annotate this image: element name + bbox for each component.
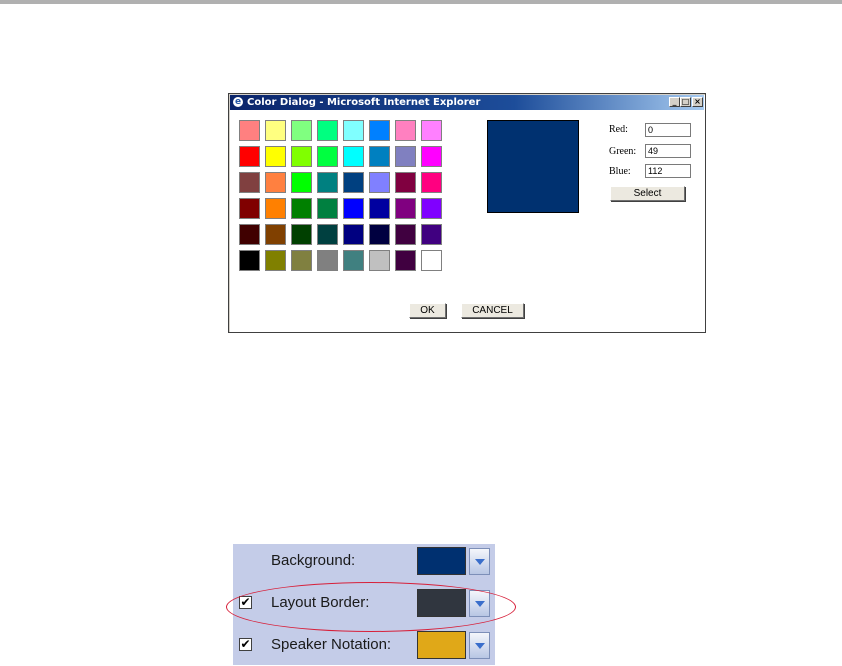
color-dialog-window: e Color Dialog - Microsoft Internet Expl… — [228, 93, 706, 333]
color-swatch[interactable] — [421, 224, 442, 245]
color-swatch[interactable] — [265, 120, 286, 141]
color-swatch[interactable] — [395, 172, 416, 193]
select-button[interactable]: Select — [610, 186, 685, 201]
minimize-button[interactable]: _ — [669, 97, 680, 107]
color-swatch[interactable] — [317, 198, 338, 219]
color-swatch[interactable] — [291, 120, 312, 141]
background-label: Background: — [271, 552, 356, 569]
blue-label: Blue: — [609, 166, 631, 177]
close-button[interactable]: × — [692, 97, 703, 107]
color-swatch[interactable] — [421, 120, 442, 141]
color-swatch[interactable] — [395, 250, 416, 271]
speaker-notation-row: ✔ Speaker Notation: — [233, 628, 495, 666]
speaker-notation-checkbox[interactable]: ✔ — [239, 638, 252, 651]
color-swatch[interactable] — [369, 224, 390, 245]
green-label: Green: — [609, 146, 637, 157]
layout-border-row: ✔ Layout Border: — [233, 586, 495, 624]
color-swatch[interactable] — [265, 250, 286, 271]
ie-icon: e — [233, 97, 243, 107]
layout-border-dropdown-button[interactable] — [469, 590, 490, 617]
speaker-notation-color-box[interactable] — [417, 631, 466, 659]
color-swatch[interactable] — [343, 250, 364, 271]
color-swatch[interactable] — [317, 172, 338, 193]
color-swatch[interactable] — [291, 224, 312, 245]
color-swatch[interactable] — [291, 198, 312, 219]
color-swatch[interactable] — [343, 120, 364, 141]
chevron-down-icon — [475, 643, 485, 649]
color-palette — [239, 120, 448, 275]
color-swatch[interactable] — [239, 120, 260, 141]
color-swatch[interactable] — [395, 120, 416, 141]
color-swatch[interactable] — [369, 198, 390, 219]
color-swatch[interactable] — [395, 198, 416, 219]
color-swatch[interactable] — [343, 198, 364, 219]
chevron-down-icon — [475, 601, 485, 607]
color-swatch[interactable] — [395, 146, 416, 167]
window-title: Color Dialog - Microsoft Internet Explor… — [247, 97, 481, 108]
color-swatch[interactable] — [265, 224, 286, 245]
color-swatch[interactable] — [317, 146, 338, 167]
color-swatch[interactable] — [265, 146, 286, 167]
red-label: Red: — [609, 124, 628, 135]
color-swatch[interactable] — [239, 146, 260, 167]
color-swatch[interactable] — [421, 250, 442, 271]
layout-border-label: Layout Border: — [271, 594, 370, 611]
green-input[interactable]: 49 — [645, 144, 691, 158]
color-swatch[interactable] — [343, 224, 364, 245]
speaker-notation-label: Speaker Notation: — [271, 636, 392, 653]
color-swatch[interactable] — [369, 172, 390, 193]
color-swatch[interactable] — [343, 146, 364, 167]
chevron-down-icon — [475, 559, 485, 565]
color-swatch[interactable] — [421, 146, 442, 167]
title-bar[interactable]: e Color Dialog - Microsoft Internet Expl… — [230, 95, 704, 110]
page-top-rule — [0, 0, 842, 4]
background-dropdown-button[interactable] — [469, 548, 490, 575]
color-swatch[interactable] — [291, 146, 312, 167]
maximize-button[interactable]: □ — [680, 97, 691, 107]
color-swatch[interactable] — [265, 198, 286, 219]
color-swatch[interactable] — [369, 146, 390, 167]
color-swatch[interactable] — [291, 172, 312, 193]
color-swatch[interactable] — [291, 250, 312, 271]
layout-border-checkbox[interactable]: ✔ — [239, 596, 252, 609]
color-swatch[interactable] — [317, 120, 338, 141]
color-swatch[interactable] — [395, 224, 416, 245]
color-swatch[interactable] — [369, 250, 390, 271]
color-swatch[interactable] — [317, 224, 338, 245]
background-row: Background: — [233, 544, 495, 582]
color-swatch[interactable] — [317, 250, 338, 271]
color-swatch[interactable] — [239, 224, 260, 245]
cancel-button[interactable]: CANCEL — [461, 303, 524, 318]
ok-button[interactable]: OK — [409, 303, 446, 318]
blue-input[interactable]: 112 — [645, 164, 691, 178]
red-input[interactable]: 0 — [645, 123, 691, 137]
color-swatch[interactable] — [343, 172, 364, 193]
background-color-box[interactable] — [417, 547, 466, 575]
layout-border-color-box[interactable] — [417, 589, 466, 617]
color-swatch[interactable] — [369, 120, 390, 141]
color-swatch[interactable] — [421, 172, 442, 193]
color-settings-panel: Background: ✔ Layout Border: ✔ Speaker N… — [233, 544, 495, 665]
color-swatch[interactable] — [239, 250, 260, 271]
speaker-notation-dropdown-button[interactable] — [469, 632, 490, 659]
color-swatch[interactable] — [265, 172, 286, 193]
color-swatch[interactable] — [421, 198, 442, 219]
color-swatch[interactable] — [239, 172, 260, 193]
color-preview — [487, 120, 579, 213]
color-swatch[interactable] — [239, 198, 260, 219]
